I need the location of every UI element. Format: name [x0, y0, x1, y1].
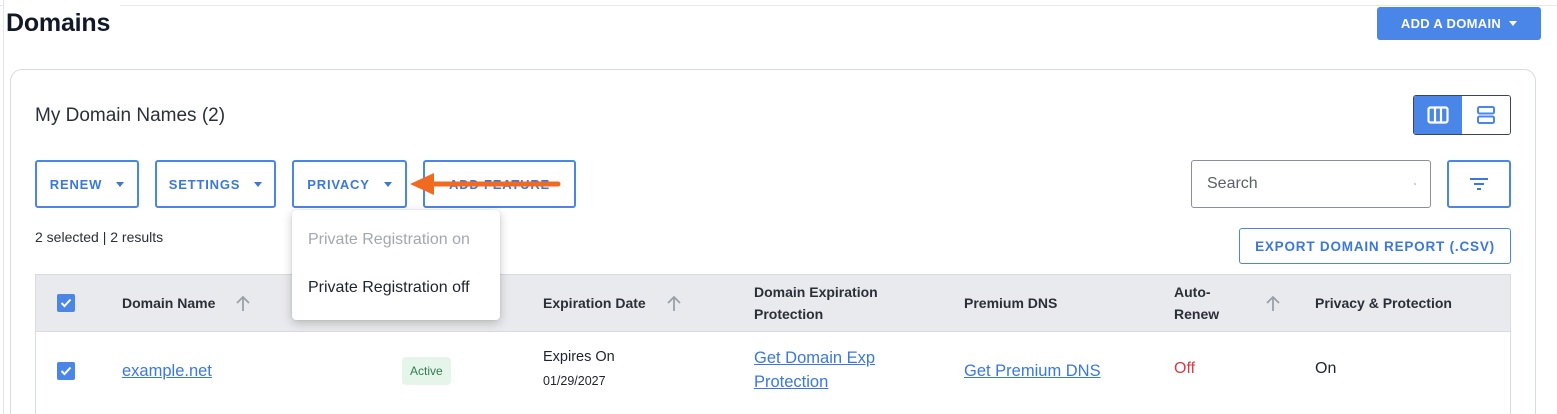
caret-down-icon: [254, 181, 263, 187]
column-header-auto-renew[interactable]: Auto-Renew: [1174, 281, 1234, 325]
expiration-date-value: 01/29/2027: [543, 374, 606, 388]
search-icon[interactable]: [1414, 174, 1416, 194]
caret-down-icon: [383, 181, 392, 187]
filter-icon: [1470, 178, 1488, 190]
renew-button[interactable]: RENEW: [35, 160, 139, 208]
sort-up-arrow-icon[interactable]: [666, 294, 682, 312]
get-domain-exp-protection-link[interactable]: Get Domain Exp Protection: [754, 346, 914, 394]
domains-table: Domain Name Expiration Date Domain Expir…: [35, 274, 1511, 414]
search-input[interactable]: [1207, 175, 1414, 193]
privacy-value: On: [1315, 360, 1337, 377]
column-header-domain-expiration-protection: Domain Expiration Protection: [754, 284, 878, 322]
rows-view-icon: [1477, 106, 1495, 124]
caret-down-icon: [1509, 21, 1518, 26]
menu-item-private-registration-off[interactable]: Private Registration off: [308, 279, 470, 297]
privacy-button[interactable]: PRIVACY: [292, 160, 407, 208]
export-domain-report-button[interactable]: EXPORT DOMAIN REPORT (.CSV): [1239, 228, 1511, 264]
search-box: [1191, 160, 1431, 208]
menu-item-private-registration-on: Private Registration on: [308, 231, 470, 248]
row-checkbox[interactable]: [57, 362, 75, 380]
get-premium-dns-link[interactable]: Get Premium DNS: [964, 359, 1101, 383]
settings-label: SETTINGS: [168, 176, 241, 192]
privacy-label: PRIVACY: [307, 176, 370, 192]
filter-button[interactable]: [1447, 160, 1511, 208]
columns-view-icon: [1427, 106, 1449, 124]
select-all-checkbox[interactable]: [57, 294, 75, 312]
columns-view-button[interactable]: [1414, 96, 1462, 134]
rows-view-button[interactable]: [1462, 96, 1510, 134]
column-header-expiration-date[interactable]: Expiration Date: [543, 292, 646, 314]
column-header-domain-name[interactable]: Domain Name: [122, 292, 215, 314]
sort-up-arrow-icon[interactable]: [1265, 294, 1281, 312]
view-toggle: [1413, 95, 1511, 135]
sort-up-arrow-icon[interactable]: [235, 294, 251, 312]
annotation-arrow-icon: [410, 173, 561, 195]
privacy-dropdown-menu: Private Registration on Private Registra…: [292, 210, 500, 320]
add-domain-button[interactable]: ADD A DOMAIN: [1377, 7, 1541, 40]
page-title: Domains: [6, 9, 111, 37]
table-header: Domain Name Expiration Date Domain Expir…: [36, 275, 1510, 332]
settings-button[interactable]: SETTINGS: [155, 160, 276, 208]
section-title: My Domain Names (2): [35, 105, 226, 126]
selection-info: 2 selected | 2 results: [35, 229, 164, 245]
add-domain-label: ADD A DOMAIN: [1400, 16, 1502, 31]
caret-down-icon: [116, 181, 125, 187]
checkmark-icon: [60, 366, 72, 376]
auto-renew-value[interactable]: Off: [1174, 360, 1195, 378]
expires-on-label: Expires On: [543, 349, 615, 365]
status-badge: Active: [402, 357, 451, 385]
domain-link[interactable]: example.net: [122, 359, 212, 383]
column-header-premium-dns: Premium DNS: [964, 295, 1058, 311]
column-header-privacy-protection: Privacy & Protection: [1315, 295, 1452, 311]
left-panel-edge: [0, 0, 4, 414]
checkmark-icon: [60, 298, 72, 308]
top-divider: [120, 5, 1557, 6]
renew-label: RENEW: [49, 176, 103, 192]
